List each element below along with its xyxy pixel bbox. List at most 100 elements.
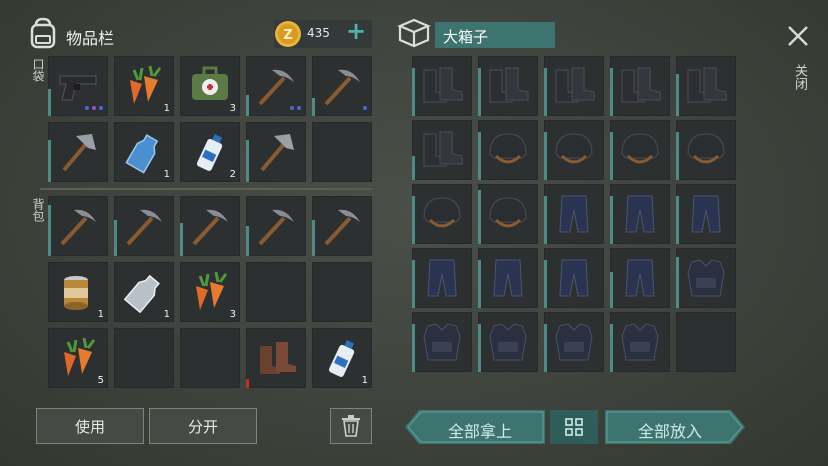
box-slot[interactable]	[544, 56, 604, 116]
boots-icon	[489, 67, 529, 103]
box-slot[interactable]	[478, 184, 538, 244]
box-slot[interactable]	[676, 184, 736, 244]
box-slot[interactable]	[544, 120, 604, 180]
inventory-slot[interactable]	[48, 56, 108, 116]
box-slot[interactable]	[412, 56, 472, 116]
durability-bar	[312, 220, 315, 256]
pants-icon	[427, 259, 457, 297]
box-slot[interactable]	[610, 56, 670, 116]
armor-vest-icon	[555, 323, 593, 361]
split-button[interactable]: 分开	[149, 408, 257, 444]
inventory-slot[interactable]: 2	[180, 122, 240, 182]
inventory-slot[interactable]: 1	[312, 328, 372, 388]
spray-can-icon	[328, 340, 355, 377]
inventory-slot[interactable]	[312, 262, 372, 322]
armor-vest-icon	[423, 323, 461, 361]
box-slot[interactable]	[544, 312, 604, 372]
box-slot[interactable]	[610, 184, 670, 244]
box-slot[interactable]	[478, 56, 538, 116]
trash-button[interactable]	[330, 408, 372, 444]
close-icon[interactable]	[786, 24, 810, 48]
box-slot[interactable]	[478, 312, 538, 372]
armor-vest-icon	[687, 259, 725, 297]
use-button[interactable]: 使用	[36, 408, 144, 444]
pants-icon	[625, 259, 655, 297]
box-slot[interactable]	[412, 248, 472, 308]
inventory-slot[interactable]	[312, 196, 372, 256]
inventory-slot[interactable]: 1	[48, 262, 108, 322]
close-label[interactable]: 关闭	[790, 64, 809, 90]
helmet-icon	[489, 133, 527, 164]
inventory-slot[interactable]	[312, 56, 372, 116]
durability-bar	[610, 196, 613, 244]
pickaxe-icon	[258, 209, 294, 246]
box-slot[interactable]	[676, 56, 736, 116]
boots-icon	[555, 67, 595, 103]
inventory-slot[interactable]	[180, 328, 240, 388]
box-slot[interactable]	[412, 184, 472, 244]
boots-icon	[621, 67, 661, 103]
inventory-slot[interactable]: 1	[114, 262, 174, 322]
inventory-slot[interactable]	[48, 196, 108, 256]
water-bottle-icon	[125, 134, 159, 174]
inventory-slot[interactable]	[114, 328, 174, 388]
durability-bar	[412, 260, 415, 308]
add-coins-button[interactable]: +	[346, 17, 366, 45]
take-all-button[interactable]: 全部拿上	[420, 418, 540, 442]
carrot-icon	[64, 337, 96, 376]
item-quantity: 5	[97, 375, 104, 386]
inventory-slot[interactable]: 5	[48, 328, 108, 388]
box-slot[interactable]	[676, 312, 736, 372]
inventory-slot[interactable]	[246, 122, 306, 182]
backpack-label: 背包	[31, 198, 45, 222]
box-slot[interactable]	[610, 120, 670, 180]
inventory-slot[interactable]	[246, 56, 306, 116]
box-title-bar: 大箱子	[435, 22, 555, 48]
inventory-slot[interactable]: 3	[180, 262, 240, 322]
svg-text:Z: Z	[283, 28, 292, 43]
quality-dots	[290, 106, 301, 110]
coin-amount: 435	[307, 26, 330, 40]
durability-bar	[610, 132, 613, 180]
box-slot[interactable]	[478, 248, 538, 308]
pants-icon	[625, 195, 655, 233]
empty-bottle-icon	[123, 274, 160, 314]
inventory-slot[interactable]: 1	[114, 122, 174, 182]
boots-brown-icon	[260, 342, 296, 374]
inventory-slot[interactable]: 1	[114, 56, 174, 116]
box-slot[interactable]	[610, 312, 670, 372]
box-slot[interactable]	[544, 248, 604, 308]
durability-bar	[478, 68, 481, 116]
inventory-slot[interactable]	[312, 122, 372, 182]
box-slot[interactable]	[478, 120, 538, 180]
inventory-slot[interactable]	[246, 196, 306, 256]
box-slot[interactable]	[676, 120, 736, 180]
box-slot[interactable]	[412, 312, 472, 372]
durability-bar	[478, 260, 481, 308]
inventory-slot[interactable]: 3	[180, 56, 240, 116]
pistol-icon	[59, 75, 97, 101]
box-slot[interactable]	[610, 248, 670, 308]
hatchet-icon	[62, 134, 96, 172]
inventory-slot[interactable]	[48, 122, 108, 182]
durability-bar	[610, 324, 613, 372]
inventory-slot[interactable]	[246, 262, 306, 322]
durability-bar	[48, 89, 51, 116]
pickaxe-icon	[324, 209, 360, 246]
box-slot[interactable]	[544, 184, 604, 244]
box-slot[interactable]	[676, 248, 736, 308]
durability-bar	[544, 68, 547, 116]
quality-dots	[85, 106, 103, 110]
inventory-slot[interactable]	[180, 196, 240, 256]
canned-food-icon	[64, 276, 88, 310]
durability-bar	[544, 260, 547, 308]
inventory-slot[interactable]	[246, 328, 306, 388]
item-quantity: 2	[229, 169, 236, 180]
helmet-icon	[423, 197, 461, 228]
sort-button[interactable]	[550, 410, 598, 444]
put-all-button[interactable]: 全部放入	[610, 418, 730, 442]
pickaxe-icon	[60, 209, 96, 246]
box-slot[interactable]	[412, 120, 472, 180]
inventory-title: 物品栏	[66, 29, 115, 48]
inventory-slot[interactable]	[114, 196, 174, 256]
